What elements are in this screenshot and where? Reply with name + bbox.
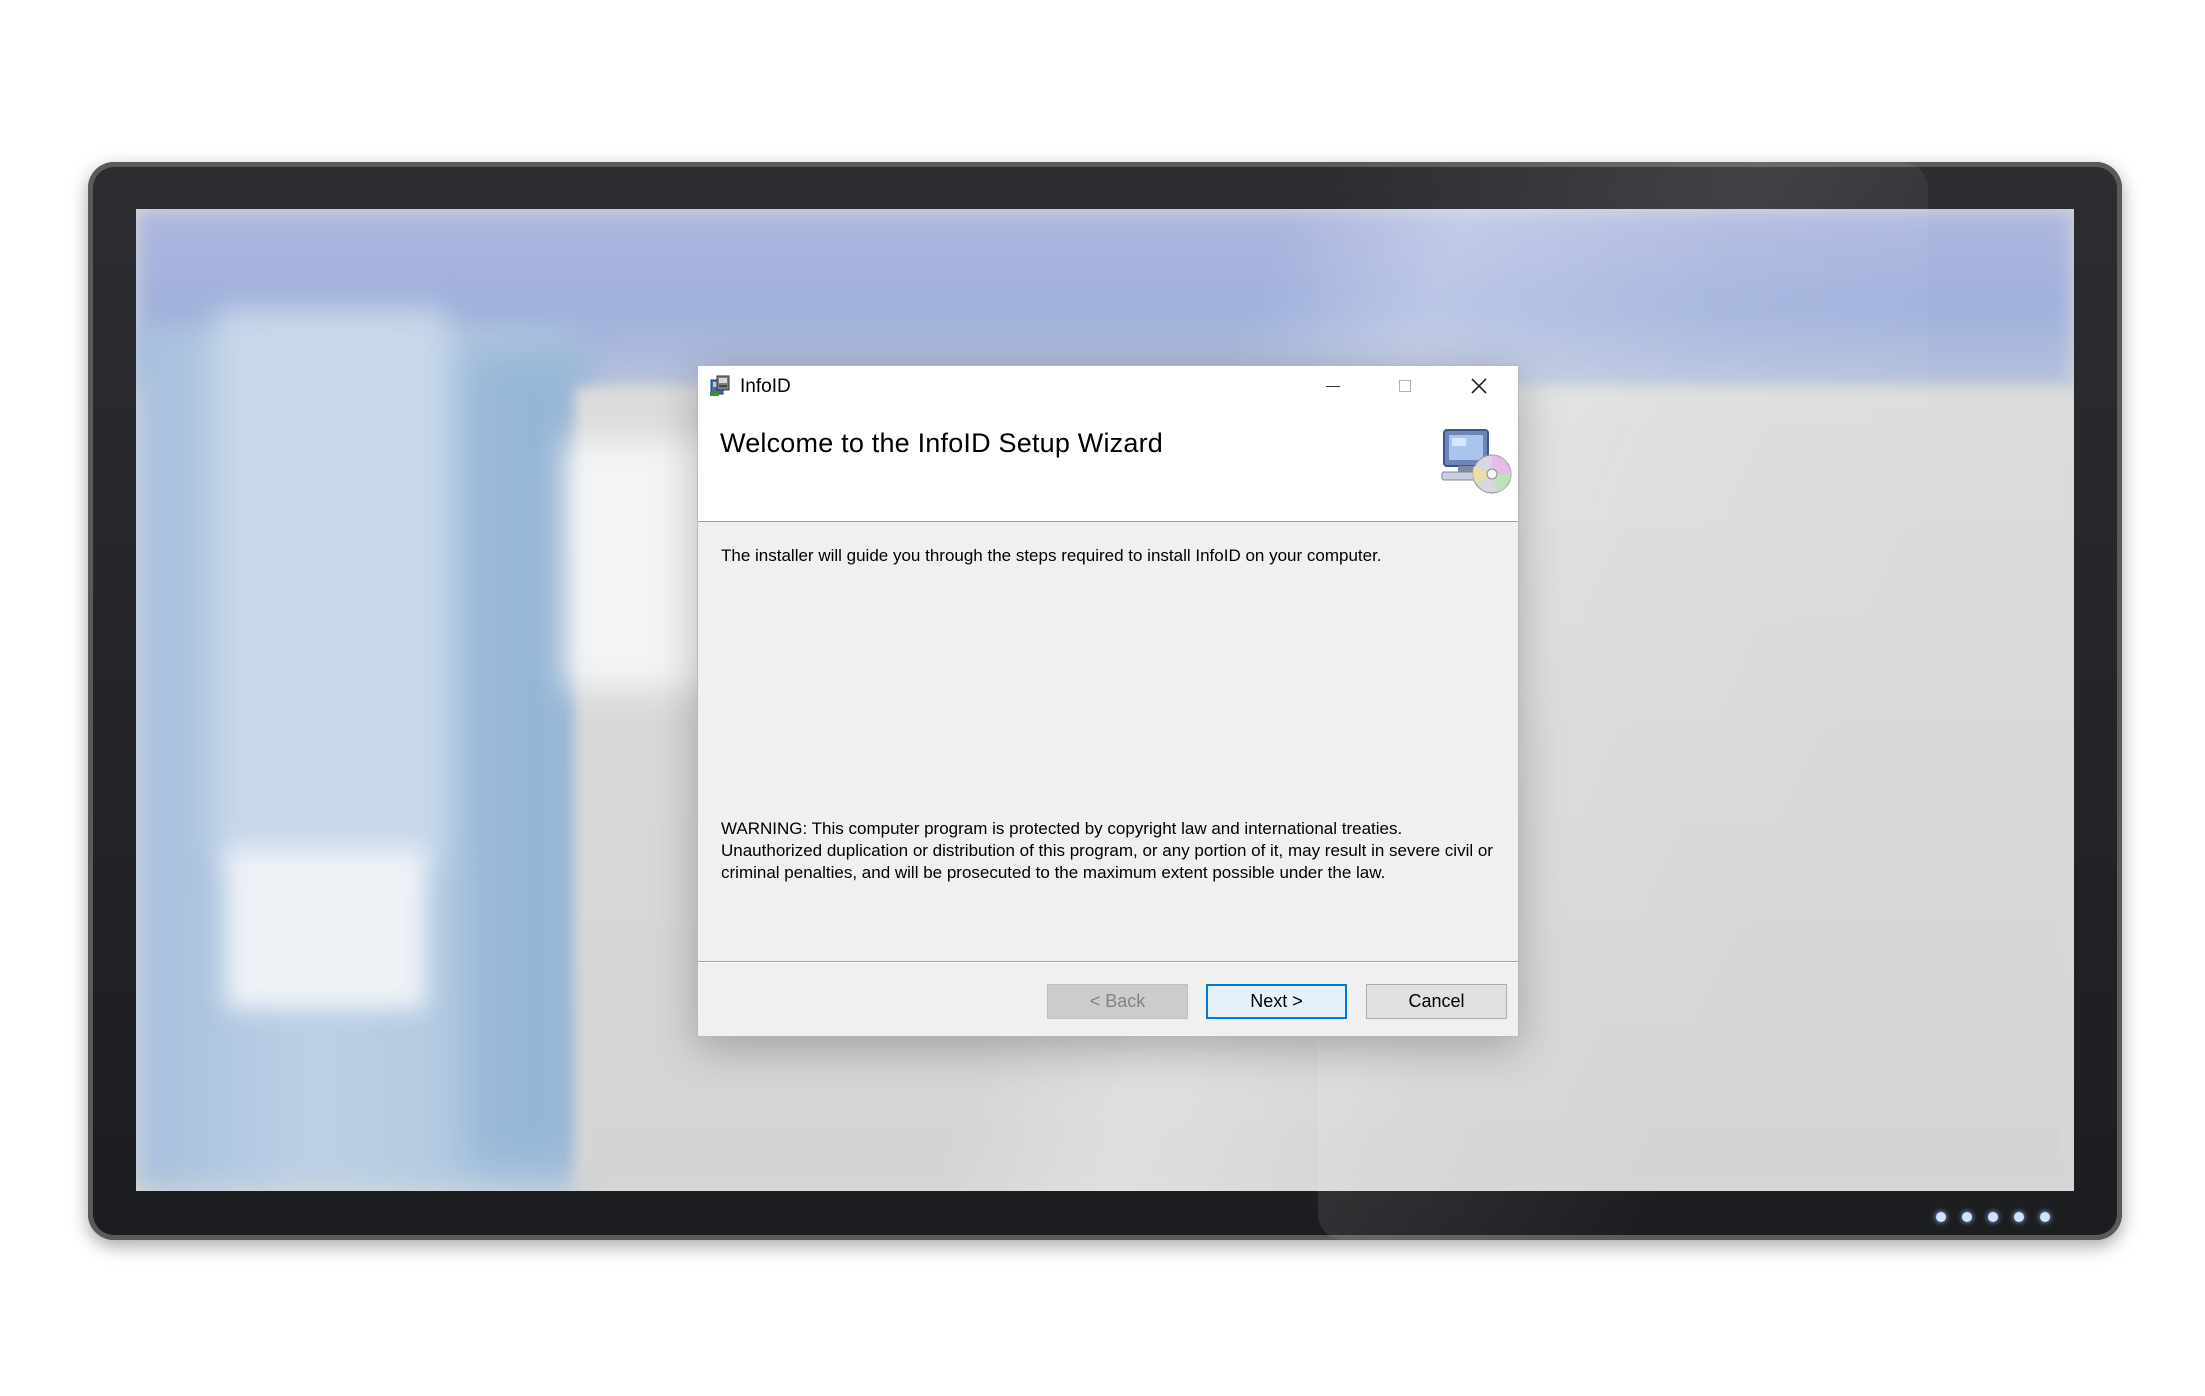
window-title: InfoID xyxy=(740,376,791,397)
installer-app-icon xyxy=(710,375,730,396)
wizard-header: Welcome to the InfoID Setup Wizard xyxy=(698,406,1518,522)
stage: InfoID Welcome to the InfoID Setup Wizar… xyxy=(0,0,2205,1396)
status-leds xyxy=(1936,1212,2050,1222)
minimize-button[interactable] xyxy=(1298,366,1368,406)
back-button[interactable]: < Back xyxy=(1047,984,1188,1019)
led xyxy=(1936,1212,1946,1222)
blurred-desktop-panel xyxy=(226,849,426,1009)
maximize-icon xyxy=(1399,380,1411,392)
led xyxy=(2014,1212,2024,1222)
intro-text: The installer will guide you through the… xyxy=(721,546,1382,565)
led xyxy=(1962,1212,1972,1222)
close-button[interactable] xyxy=(1444,366,1514,406)
blurred-desktop-panel xyxy=(216,309,446,869)
computer-cd-icon xyxy=(1441,429,1512,494)
footer-divider xyxy=(698,961,1518,963)
led xyxy=(2040,1212,2050,1222)
minimize-icon xyxy=(1326,386,1340,387)
setup-wizard-dialog: InfoID Welcome to the InfoID Setup Wizar… xyxy=(697,365,1519,1037)
title-bar[interactable]: InfoID xyxy=(698,366,1518,406)
close-icon xyxy=(1471,378,1487,394)
led xyxy=(1988,1212,1998,1222)
maximize-button[interactable] xyxy=(1370,366,1440,406)
next-button[interactable]: Next > xyxy=(1206,984,1347,1019)
wizard-title: Welcome to the InfoID Setup Wizard xyxy=(720,428,1163,458)
copyright-warning: WARNING: This computer program is protec… xyxy=(721,819,1493,882)
cancel-button[interactable]: Cancel xyxy=(1366,984,1507,1019)
